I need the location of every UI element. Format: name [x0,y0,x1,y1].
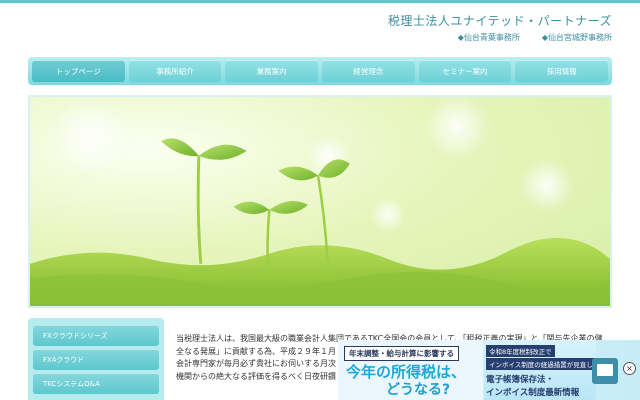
ad-tag: 年末調整・給与計算に影響する [344,346,459,361]
nav-seminar[interactable]: セミナー案内 [418,60,512,82]
nav-top[interactable]: トップページ [32,60,125,82]
ad-subheadline: どうなる? [386,382,451,398]
office-link-aoba[interactable]: ◆仙台青葉事務所 [458,32,520,43]
nav-philosophy[interactable]: 経営理念 [322,60,415,82]
ad-right-title-1: 電子帳簿保存法・ [486,375,555,385]
office-link-miyagino[interactable]: ◆仙台宮城野事務所 [542,32,612,43]
sidebar-item-tkc-qa[interactable]: TKCシステムQ&A [33,374,159,394]
ad-right-tag-2: インボイス制度の経過措置が見直し [486,358,596,370]
site-title[interactable]: 税理士法人ユナイテッド・パートナーズ [388,12,612,29]
ad-product-box-icon [592,358,618,384]
sidebar: FXクラウドシリーズ FX4クラウド TKCシステムQ&A [28,318,164,400]
site-header: 税理士法人ユナイテッド・パートナーズ ◆仙台青葉事務所 ◆仙台宮城野事務所 [0,3,640,55]
sidebar-item-fx4-cloud[interactable]: FX4クラウド [33,350,159,370]
nav-recruit[interactable]: 採用情報 [515,60,609,82]
ad-banner-right[interactable]: 令和8年度税制改正で インボイス制度の経過措置が見直し 電子帳簿保存法・ インボ… [484,340,596,400]
sidebar-item-fx-cloud-series[interactable]: FXクラウドシリーズ [33,326,159,346]
sprout-illustration [30,97,610,306]
hero-image [28,95,612,308]
close-icon[interactable]: × [623,362,636,375]
ad-right-title-2: インボイス制度最新情報 [486,388,580,398]
ad-banner[interactable]: 年末調整・給与計算に影響する 今年の所得税は、 どうなる? 令和8年度税制改正で… [338,340,640,400]
main-nav: トップページ 事務所紹介 業務案内 経営理念 セミナー案内 採用情報 [28,57,612,85]
nav-office[interactable]: 事務所紹介 [128,60,222,82]
ad-banner-left[interactable]: 年末調整・給与計算に影響する 今年の所得税は、 どうなる? [338,340,483,400]
office-links: ◆仙台青葉事務所 ◆仙台宮城野事務所 [458,32,612,43]
nav-services[interactable]: 業務案内 [225,60,319,82]
ad-right-tag-1: 令和8年度税制改正で [486,345,555,357]
